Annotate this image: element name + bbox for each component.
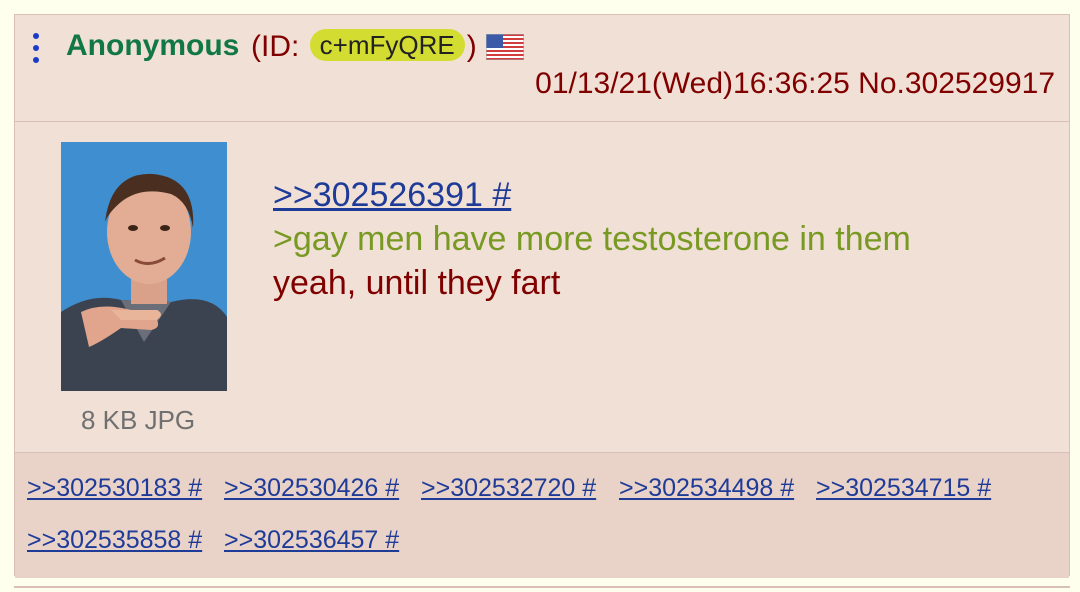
poster-name: Anonymous [66, 29, 240, 62]
quote-link[interactable]: >>302526391 # [273, 176, 511, 214]
reply-link[interactable]: >>302530183 # [27, 474, 202, 503]
flag-us-icon [486, 34, 524, 60]
reply-link[interactable]: >>302535858 # [27, 526, 202, 555]
poster-id-suffix: ) [466, 30, 477, 63]
poster-id[interactable]: (ID: c+mFyQRE) [251, 29, 477, 64]
reply-link[interactable]: >>302534498 # [619, 474, 794, 503]
replies-section: >>302530183 # >>302530426 # >>302532720 … [15, 452, 1069, 578]
vertical-dots-menu-icon[interactable] [31, 33, 41, 67]
post-body: >>302526391 # >gay men have more testost… [273, 173, 911, 305]
reply-link[interactable]: >>302530426 # [224, 474, 399, 503]
reply-link[interactable]: >>302532720 # [421, 474, 596, 503]
post-text: yeah, until they fart [273, 264, 561, 302]
divider [14, 586, 1070, 588]
poster-id-prefix: (ID: [251, 30, 308, 63]
post-container: Anonymous (ID: c+mFyQRE) 01/13/21(Wed)16… [14, 14, 1070, 578]
poster-id-badge[interactable]: c+mFyQRE [309, 29, 465, 61]
post-datetime-number[interactable]: 01/13/21(Wed)16:36:25 No.302529917 [535, 67, 1055, 101]
post-header: Anonymous (ID: c+mFyQRE) 01/13/21(Wed)16… [15, 15, 1069, 122]
greentext-line: >gay men have more testosterone in them [273, 220, 911, 258]
file-info: 8 KB JPG [81, 405, 196, 435]
reply-link[interactable]: >>302536457 # [224, 526, 399, 555]
reply-link[interactable]: >>302534715 # [816, 474, 991, 503]
post-image-thumbnail[interactable] [61, 142, 227, 391]
